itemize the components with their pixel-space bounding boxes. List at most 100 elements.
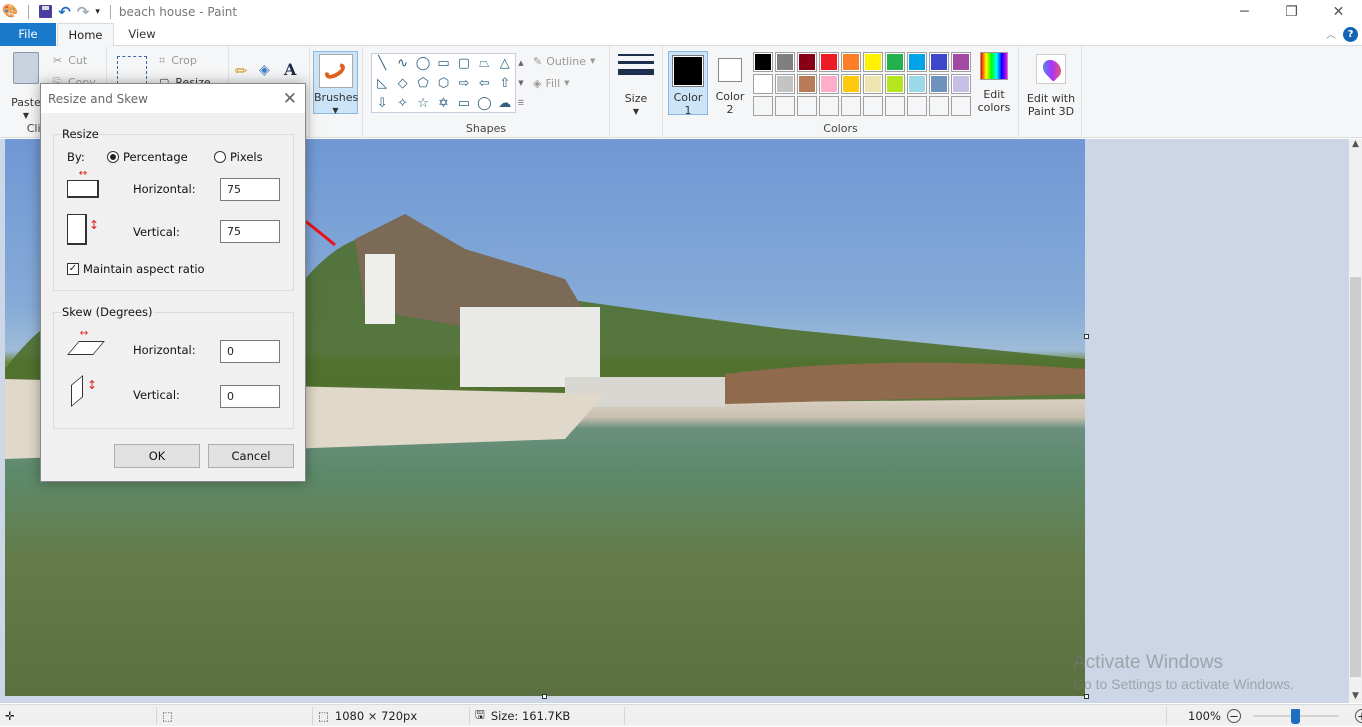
edit-with-paint3d-button[interactable]: Edit with Paint 3D [1023,54,1079,118]
skew-vertical-input[interactable]: 0 [220,385,280,408]
shapes-scroll[interactable]: ▲ ▼ ☰ [516,53,526,113]
palette-swatch[interactable] [885,52,905,72]
resize-handle-corner[interactable] [1084,694,1089,699]
palette-swatch[interactable] [753,74,773,94]
cloud-callout-shape-icon[interactable]: ☁ [495,94,515,114]
up-arrow-shape-icon[interactable]: ⇧ [495,74,515,94]
palette-swatch[interactable] [885,74,905,94]
fill-bucket-icon[interactable]: ◈ [259,62,270,78]
tab-home[interactable]: Home [57,23,114,47]
rectangle-shape-icon[interactable]: ▭ [433,54,453,74]
minimize-button[interactable]: ─ [1221,0,1268,23]
scroll-down-icon[interactable]: ▼ [1349,691,1362,701]
undo-icon[interactable]: ↶ [58,3,71,21]
rounded-callout-shape-icon[interactable]: ▭ [454,94,474,114]
polygon-shape-icon[interactable]: ⏢ [474,54,494,74]
zoom-slider[interactable] [1252,709,1339,724]
five-point-star-shape-icon[interactable]: ☆ [413,94,433,114]
right-arrow-shape-icon[interactable]: ⇨ [454,74,474,94]
palette-swatch[interactable] [951,74,971,94]
six-point-star-shape-icon[interactable]: ✡ [433,94,453,114]
brushes-button[interactable]: Brushes ▼ [313,51,358,115]
crop-button[interactable]: ⌗ Crop [159,54,197,67]
palette-swatch[interactable] [775,52,795,72]
palette-swatch-empty[interactable] [797,96,817,116]
palette-swatch-empty[interactable] [841,96,861,116]
scroll-thumb[interactable] [1350,277,1361,677]
palette-swatch-empty[interactable] [929,96,949,116]
collapse-ribbon-icon[interactable]: ︿ [1326,26,1336,41]
color1-button[interactable]: Color 1 [668,51,708,117]
paint-app-icon[interactable]: 🎨 [2,4,18,19]
palette-swatch[interactable] [797,52,817,72]
diamond-shape-icon[interactable]: ◇ [392,74,412,94]
palette-swatch-empty[interactable] [907,96,927,116]
pixels-label[interactable]: Pixels [230,150,263,164]
palette-swatch[interactable] [775,74,795,94]
save-icon[interactable] [39,5,53,18]
skew-horizontal-input[interactable]: 0 [220,340,280,363]
help-icon[interactable]: ? [1343,27,1358,42]
down-arrow-shape-icon[interactable]: ⇩ [372,94,392,114]
palette-swatch-empty[interactable] [863,96,883,116]
palette-swatch[interactable] [863,74,883,94]
size-button[interactable]: Size ▼ [618,54,654,118]
right-triangle-shape-icon[interactable]: ◺ [372,74,392,94]
left-arrow-shape-icon[interactable]: ⇦ [474,74,494,94]
vertical-scrollbar[interactable]: ▲ ▼ [1349,139,1362,703]
palette-swatch[interactable] [797,74,817,94]
palette-swatch[interactable] [753,52,773,72]
fill-button[interactable]: ◈ Fill ▼ [533,77,570,90]
palette-swatch[interactable] [907,52,927,72]
oval-shape-icon[interactable]: ◯ [413,54,433,74]
palette-swatch[interactable] [929,74,949,94]
palette-swatch[interactable] [907,74,927,94]
color2-button[interactable]: Color 2 [711,51,749,116]
palette-swatch-empty[interactable] [819,96,839,116]
resize-handle-bottom[interactable] [542,694,547,699]
palette-swatch-empty[interactable] [775,96,795,116]
pencil-icon[interactable]: ✏ [235,62,248,80]
maintain-aspect-label[interactable]: Maintain aspect ratio [83,262,205,276]
shapes-gallery[interactable]: ╲ ∿ ◯ ▭ ▢ ⏢ △ ◺ ◇ ⬠ ⬡ ⇨ ⇦ ⇧ ⇩ ✧ ☆ ✡ ▭ ◯ ☁ [371,53,516,113]
palette-swatch[interactable] [841,52,861,72]
tab-view[interactable]: View [114,23,170,46]
palette-swatch[interactable] [819,52,839,72]
redo-icon[interactable]: ↷ [77,3,90,21]
cancel-button[interactable]: Cancel [208,444,294,468]
line-shape-icon[interactable]: ╲ [372,54,392,74]
edit-colors-button[interactable]: Edit colors [975,52,1013,114]
close-button[interactable]: ✕ [1315,0,1362,23]
palette-swatch-empty[interactable] [951,96,971,116]
triangle-shape-icon[interactable]: △ [495,54,515,74]
palette-swatch-empty[interactable] [753,96,773,116]
cut-button[interactable]: ✂ Cut [53,54,87,67]
rounded-rectangle-shape-icon[interactable]: ▢ [454,54,474,74]
restore-button[interactable]: ❐ [1268,0,1315,23]
tab-file[interactable]: File [0,23,56,46]
outline-button[interactable]: ✎ Outline ▼ [533,55,595,68]
ok-button[interactable]: OK [114,444,200,468]
palette-swatch[interactable] [863,52,883,72]
palette-swatch-empty[interactable] [885,96,905,116]
resize-handle-right[interactable] [1084,334,1089,339]
paste-button[interactable]: Paste ▼ [8,52,44,122]
palette-swatch[interactable] [929,52,949,72]
pixels-radio[interactable] [214,151,226,163]
scroll-up-icon[interactable]: ▲ [1349,139,1362,149]
resize-horizontal-input[interactable]: 75 [220,178,280,201]
percentage-label[interactable]: Percentage [123,150,188,164]
palette-swatch[interactable] [819,74,839,94]
four-point-star-shape-icon[interactable]: ✧ [392,94,412,114]
curve-shape-icon[interactable]: ∿ [392,54,412,74]
palette-swatch[interactable] [951,52,971,72]
select-button[interactable] [117,56,147,84]
pentagon-shape-icon[interactable]: ⬠ [413,74,433,94]
resize-vertical-input[interactable]: 75 [220,220,280,243]
oval-callout-shape-icon[interactable]: ◯ [474,94,494,114]
palette-swatch[interactable] [841,74,861,94]
dialog-close-button[interactable]: ✕ [283,89,297,109]
percentage-radio[interactable] [107,151,119,163]
zoom-in-icon[interactable]: + [1354,709,1362,723]
maintain-aspect-checkbox[interactable]: ✓ [67,263,79,275]
